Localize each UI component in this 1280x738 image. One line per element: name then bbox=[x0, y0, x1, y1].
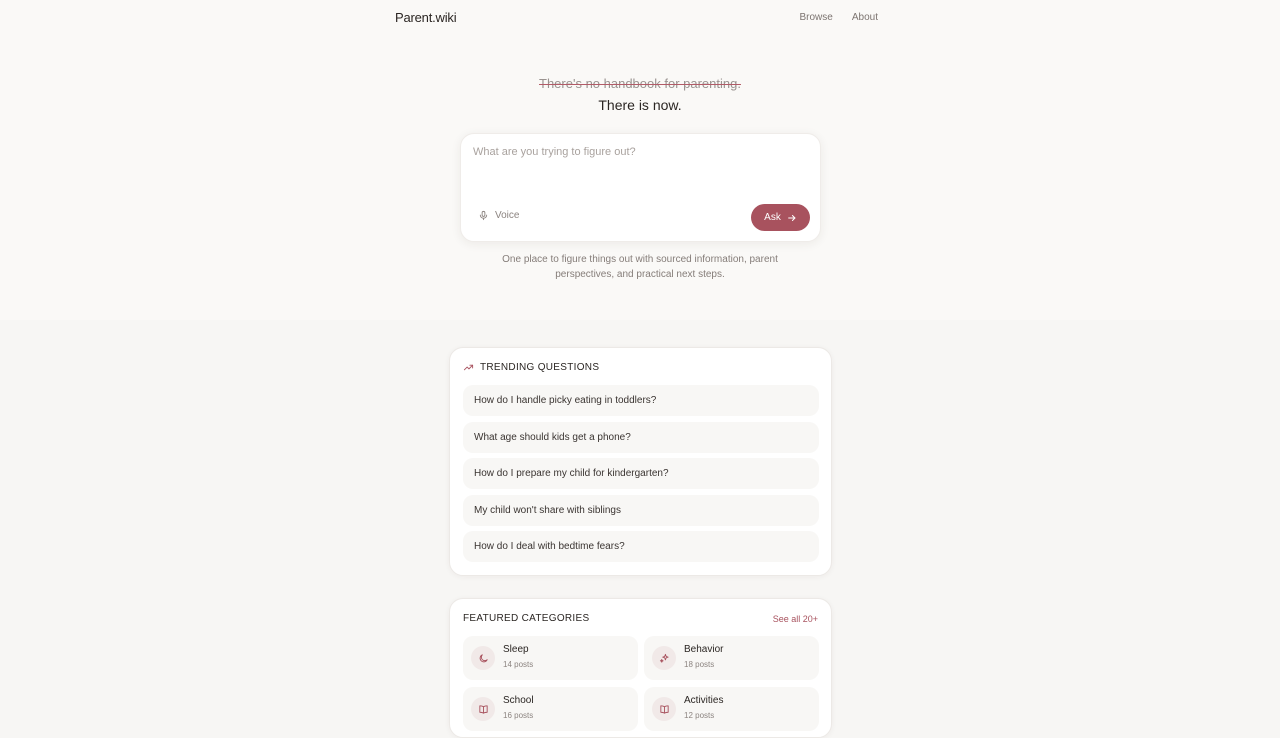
struck-tagline: There's no handbook for parenting. bbox=[539, 76, 741, 91]
category-count: 14 posts bbox=[503, 660, 534, 669]
nav-link-about[interactable]: About bbox=[852, 12, 878, 23]
ask-box: Voice Ask bbox=[460, 133, 821, 242]
trending-question-item[interactable]: How do I deal with bedtime fears? bbox=[463, 531, 819, 562]
category-card-behavior[interactable]: Behavior 18 posts bbox=[644, 636, 819, 680]
moon-icon bbox=[479, 653, 488, 662]
category-card-activities[interactable]: Activities 12 posts bbox=[644, 687, 819, 731]
category-count: 18 posts bbox=[684, 660, 715, 669]
sparkles-icon bbox=[659, 653, 669, 663]
top-navigation-bar: Parent.wiki Browse About bbox=[0, 0, 1280, 38]
category-count: 16 posts bbox=[503, 711, 534, 720]
book-icon bbox=[659, 704, 669, 714]
category-icon-wrap bbox=[471, 697, 495, 721]
category-grid: Sleep 14 posts Behavior 18 posts School … bbox=[463, 636, 819, 731]
nav-link-browse[interactable]: Browse bbox=[800, 12, 833, 23]
featured-header: FEATURED CATEGORIES bbox=[463, 613, 589, 624]
trending-list: How do I handle picky eating in toddlers… bbox=[463, 385, 819, 568]
see-all-link[interactable]: See all 20+ bbox=[773, 614, 818, 624]
microphone-icon bbox=[479, 210, 488, 221]
trending-title: TRENDING QUESTIONS bbox=[480, 362, 600, 373]
category-icon-wrap bbox=[652, 646, 676, 670]
category-name: Behavior bbox=[684, 644, 724, 655]
trending-questions-panel: TRENDING QUESTIONS How do I handle picky… bbox=[449, 347, 832, 576]
category-name: School bbox=[503, 695, 534, 706]
category-icon-wrap bbox=[652, 697, 676, 721]
main-nav: Browse About bbox=[800, 12, 879, 23]
ask-button-label: Ask bbox=[764, 212, 781, 223]
featured-title: FEATURED CATEGORIES bbox=[463, 613, 590, 624]
category-card-sleep[interactable]: Sleep 14 posts bbox=[463, 636, 638, 680]
voice-button[interactable]: Voice bbox=[478, 210, 519, 221]
ask-button[interactable]: Ask bbox=[751, 204, 810, 231]
hero-description: One place to figure things out with sour… bbox=[502, 254, 778, 280]
category-card-school[interactable]: School 16 posts bbox=[463, 687, 638, 731]
hero-headline: There is now. bbox=[598, 97, 682, 113]
book-icon bbox=[478, 704, 488, 714]
hero-section: There's no handbook for parenting. There… bbox=[0, 38, 1280, 320]
trending-question-item[interactable]: What age should kids get a phone? bbox=[463, 421, 819, 453]
featured-categories-panel: FEATURED CATEGORIES See all 20+ Sleep 14… bbox=[449, 598, 832, 738]
trending-question-item[interactable]: How do I handle picky eating in toddlers… bbox=[463, 385, 819, 416]
trending-question-item[interactable]: My child won't share with siblings bbox=[463, 494, 819, 526]
brand-logo[interactable]: Parent.wiki bbox=[395, 10, 457, 25]
category-name: Sleep bbox=[503, 644, 529, 655]
trending-question-item[interactable]: How do I prepare my child for kindergart… bbox=[463, 458, 819, 489]
category-name: Activities bbox=[684, 695, 724, 706]
voice-label: Voice bbox=[495, 210, 520, 221]
category-count: 12 posts bbox=[684, 711, 715, 720]
trending-header: TRENDING QUESTIONS bbox=[463, 362, 599, 373]
category-icon-wrap bbox=[471, 646, 495, 670]
ask-input[interactable] bbox=[473, 146, 808, 186]
arrow-right-icon bbox=[787, 214, 796, 221]
trending-up-icon bbox=[463, 364, 474, 371]
